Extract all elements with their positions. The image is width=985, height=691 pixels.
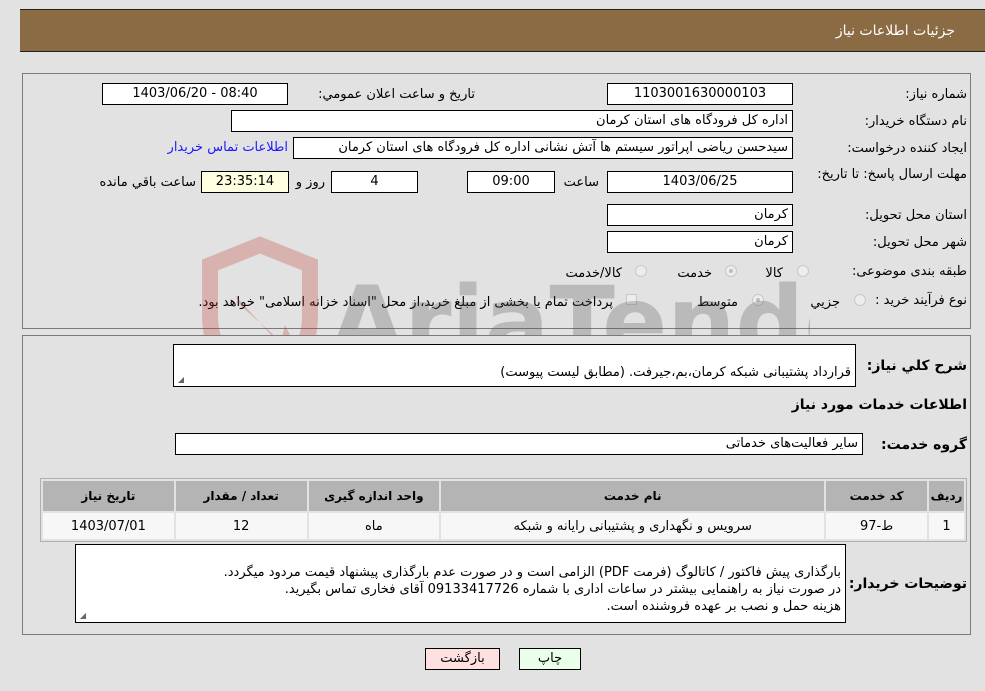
buyer-contact-link[interactable]: اطلاعات تماس خریدار	[168, 140, 288, 155]
cell-service-code: ط-97	[826, 513, 928, 539]
treasury-checkbox[interactable]	[626, 294, 637, 305]
creator-field[interactable]: سیدحسن ریاضی اپراتور سیستم ها آتش نشانی …	[293, 137, 793, 159]
buyer-notes-label: توضیحات خریدار:	[848, 576, 967, 592]
cell-service-name: سرویس و نگهداری و پشتیبانی رایانه و شبکه	[441, 513, 825, 539]
page-title: جزئیات اطلاعات نیاز	[835, 23, 955, 39]
time-label: ساعت	[563, 175, 599, 190]
province-field[interactable]: کرمان	[607, 204, 793, 226]
table-row: 1 ط-97 سرویس و نگهداری و پشتیبانی رایانه…	[43, 513, 964, 539]
remaining-label: ساعت باقي مانده	[99, 175, 196, 190]
services-heading: اطلاعات خدمات مورد نیاز	[791, 397, 967, 413]
need-number-field[interactable]: 1103001630000103	[607, 83, 793, 105]
category-option-goods-service: کالا/خدمت	[565, 266, 622, 281]
category-radio-service[interactable]	[725, 265, 737, 277]
announce-datetime-field[interactable]: 1403/06/20 - 08:40	[102, 83, 288, 105]
category-option-service: خدمت	[677, 266, 712, 281]
print-button[interactable]: چاپ	[519, 648, 581, 670]
col-service-code: کد خدمت	[826, 481, 928, 511]
process-radio-medium[interactable]	[752, 294, 764, 306]
process-radio-minor[interactable]	[854, 294, 866, 306]
city-label: شهر محل تحویل:	[872, 235, 967, 250]
process-option-medium: متوسط	[697, 295, 738, 310]
summary-text: قرارداد پشتیبانی شبکه کرمان،بم،جیرفت. (م…	[500, 365, 851, 380]
resize-grip-icon[interactable]: ◢	[78, 612, 86, 620]
col-service-name: نام خدمت	[441, 481, 825, 511]
category-radio-goods-service[interactable]	[635, 265, 647, 277]
treasury-checkbox-label: پرداخت تمام یا بخشی از مبلغ خرید،از محل …	[198, 295, 613, 310]
province-label: استان محل تحویل:	[865, 208, 967, 223]
resize-grip-icon[interactable]: ◢	[176, 376, 184, 384]
deadline-time-field[interactable]: 09:00	[467, 171, 555, 193]
buyer-notes-text: بارگذاری پیش فاکتور / کاتالوگ (فرمت PDF)…	[223, 565, 841, 614]
days-label: روز و	[295, 175, 325, 190]
service-group-field[interactable]: سایر فعالیت‌های خدماتی	[175, 433, 863, 455]
days-remaining-field[interactable]: 4	[331, 171, 418, 193]
category-radio-goods[interactable]	[797, 265, 809, 277]
back-button[interactable]: بازگشت	[425, 648, 500, 670]
col-row-number: ردیف	[929, 481, 964, 511]
buyer-notes-textarea[interactable]: بارگذاری پیش فاکتور / کاتالوگ (فرمت PDF)…	[75, 544, 846, 623]
city-field[interactable]: کرمان	[607, 231, 793, 253]
col-quantity: تعداد / مقدار	[175, 481, 307, 511]
services-table: ردیف کد خدمت نام خدمت واحد اندازه گیری ت…	[40, 478, 967, 542]
announce-label: تاریخ و ساعت اعلان عمومي:	[318, 87, 475, 102]
category-option-goods: کالا	[765, 266, 783, 281]
cell-row-number: 1	[929, 513, 964, 539]
buyer-org-field[interactable]: اداره کل فرودگاه های استان کرمان	[231, 110, 793, 132]
summary-textarea[interactable]: قرارداد پشتیبانی شبکه کرمان،بم،جیرفت. (م…	[173, 344, 856, 387]
remaining-time-field: 23:35:14	[201, 171, 289, 193]
cell-quantity: 12	[175, 513, 307, 539]
table-header-row: ردیف کد خدمت نام خدمت واحد اندازه گیری ت…	[43, 481, 964, 511]
process-label: نوع فرآیند خرید :	[875, 293, 967, 308]
process-option-minor: جزيي	[810, 295, 840, 310]
cell-need-date: 1403/07/01	[43, 513, 174, 539]
service-group-label: گروه خدمت:	[881, 437, 967, 453]
col-unit: واحد اندازه گیری	[308, 481, 440, 511]
deadline-date-field[interactable]: 1403/06/25	[607, 171, 793, 193]
need-number-label: شماره نیاز:	[905, 87, 967, 102]
category-label: طبقه بندی موضوعی:	[851, 264, 967, 279]
creator-label: ایجاد کننده درخواست:	[847, 141, 967, 156]
deadline-label: مهلت ارسال پاسخ: تا تاریخ:	[817, 167, 967, 182]
col-need-date: تاریخ نیاز	[43, 481, 174, 511]
page-header: جزئیات اطلاعات نیاز	[20, 9, 985, 52]
buyer-org-label: نام دستگاه خریدار:	[864, 114, 967, 129]
cell-unit: ماه	[308, 513, 440, 539]
summary-label: شرح کلي نیاز:	[866, 358, 967, 374]
